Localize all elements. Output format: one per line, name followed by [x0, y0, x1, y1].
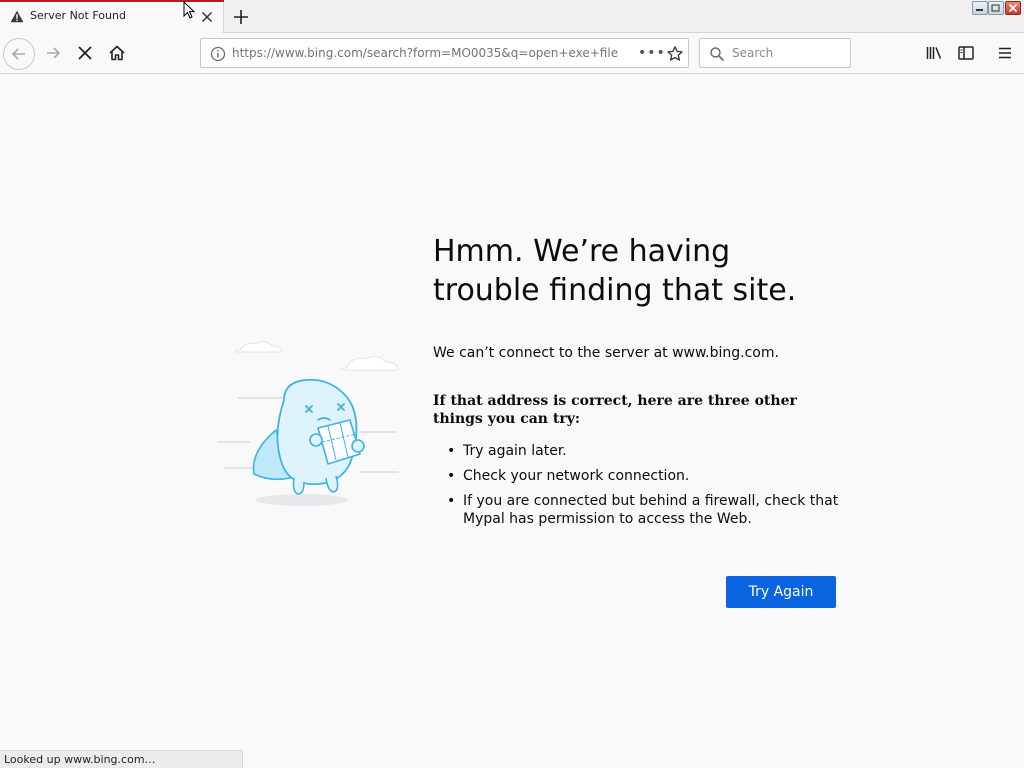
new-tab-icon[interactable] — [230, 6, 252, 28]
forward-button[interactable] — [39, 40, 67, 66]
error-description: We can’t connect to the server at www.bi… — [433, 345, 779, 361]
navigation-toolbar: https://www.bing.com/search?form=MO0035&… — [0, 33, 1024, 74]
error-title: Hmm. We’re having trouble finding that s… — [433, 234, 797, 308]
restore-icon — [991, 4, 1000, 12]
close-icon — [1008, 4, 1018, 12]
menu-button[interactable] — [991, 40, 1019, 66]
library-button[interactable] — [920, 40, 948, 66]
home-button[interactable] — [103, 40, 131, 66]
mouse-cursor-icon — [183, 1, 195, 19]
list-item: Check your network connection. — [433, 467, 843, 485]
back-arrow-icon — [11, 48, 25, 60]
close-tab-icon[interactable] — [199, 9, 215, 25]
search-input[interactable]: Search — [732, 46, 773, 60]
search-icon — [710, 47, 725, 62]
minimize-button[interactable] — [972, 1, 988, 15]
tab-title: Server Not Found — [30, 9, 126, 22]
page-actions-icon[interactable]: ••• — [638, 45, 666, 61]
sidebar-icon — [958, 46, 974, 60]
library-icon — [926, 47, 942, 59]
error-content: Hmm. We’re having trouble finding that s… — [433, 232, 843, 535]
status-bar: Looked up www.bing.com… — [0, 750, 243, 768]
home-icon — [109, 45, 125, 61]
suggestions-list: Try again later. Check your network conn… — [433, 442, 843, 528]
forward-arrow-icon — [47, 47, 61, 59]
suggestions-heading: If that address is correct, here are thr… — [433, 393, 797, 427]
back-button[interactable] — [3, 38, 35, 70]
url-bar[interactable]: https://www.bing.com/search?form=MO0035&… — [200, 38, 689, 68]
list-item: Try again later. — [433, 442, 843, 460]
tab-strip: Server Not Found — [0, 0, 1024, 33]
search-bar[interactable]: Search — [699, 38, 851, 68]
hamburger-menu-icon — [999, 47, 1011, 59]
window-close-button[interactable] — [1005, 1, 1021, 15]
warning-icon — [10, 10, 24, 23]
list-item: If you are connected but behind a firewa… — [433, 492, 843, 528]
stop-button[interactable] — [71, 40, 99, 66]
restore-button[interactable] — [988, 1, 1004, 15]
sidebar-button[interactable] — [952, 40, 980, 66]
bookmark-star-icon[interactable] — [666, 45, 684, 63]
stop-icon — [78, 46, 92, 60]
minimize-icon — [976, 9, 983, 11]
try-again-button[interactable]: Try Again — [726, 576, 836, 608]
url-text[interactable]: https://www.bing.com/search?form=MO0035&… — [232, 46, 618, 60]
error-illustration — [217, 340, 399, 506]
info-icon[interactable] — [210, 46, 226, 62]
